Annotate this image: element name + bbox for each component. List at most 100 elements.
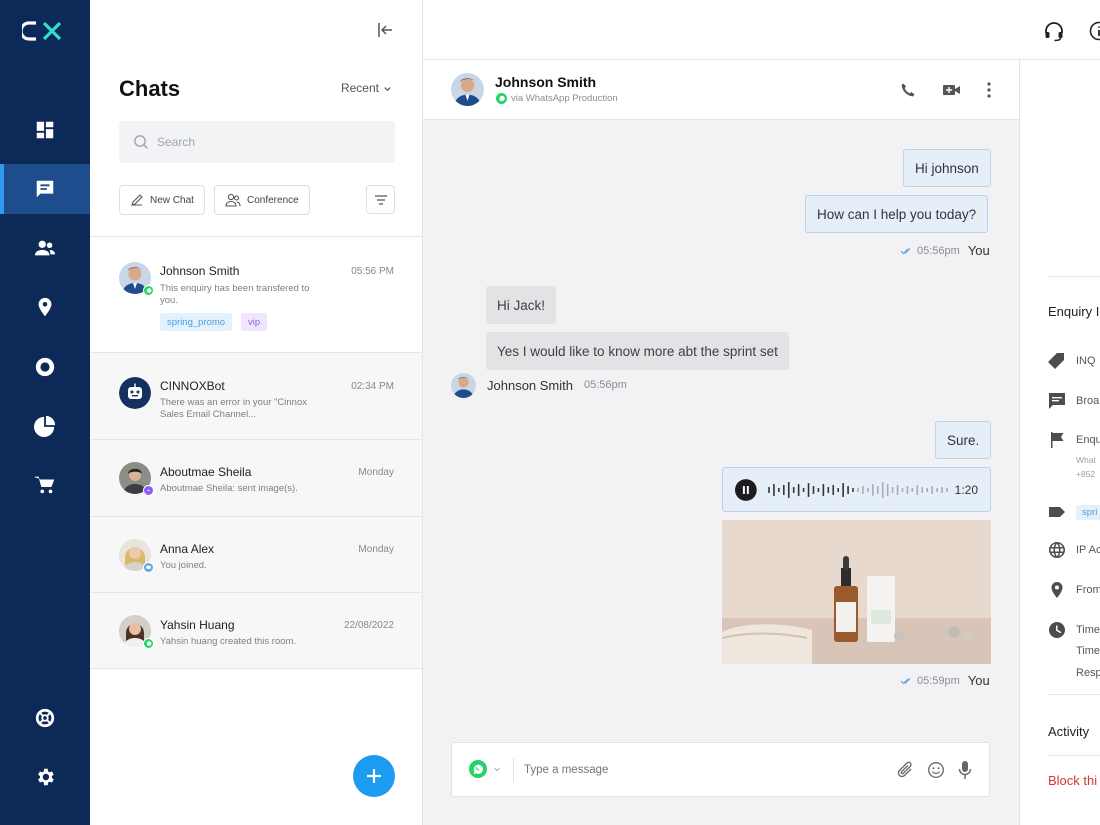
search-box[interactable]	[119, 121, 395, 163]
message-sender: Johnson Smith	[487, 378, 573, 393]
cx-logo[interactable]	[22, 18, 70, 44]
sort-label: Recent	[340, 81, 379, 95]
chat-preview: There was an error in your "Cinnox Sales…	[160, 397, 307, 420]
nav-locations[interactable]	[0, 282, 90, 332]
search-input[interactable]	[157, 135, 377, 149]
source-channel: What	[1076, 455, 1096, 465]
pencil-icon	[131, 194, 143, 206]
message-icon	[1049, 393, 1065, 409]
label-icon	[1049, 507, 1065, 517]
tag-badge: spring_promo	[160, 313, 233, 331]
chat-time: Monday	[358, 544, 394, 555]
chat-list-item[interactable]: Johnson Smith 05:56 PM This enquiry has …	[90, 237, 422, 353]
new-chat-button[interactable]: New Chat	[119, 185, 205, 215]
enquiry-details-panel: Enquiry I INQ Broa Enqu What +852 spri I…	[1019, 60, 1100, 825]
message-time: 05:56pm	[917, 244, 960, 257]
message-meta: 05:56pm You	[900, 243, 990, 258]
info-icon[interactable]	[1088, 20, 1100, 42]
nav-rail	[0, 0, 90, 825]
filter-button[interactable]	[366, 185, 395, 214]
nav-contacts[interactable]	[0, 223, 90, 273]
whatsapp-icon	[143, 638, 154, 649]
chat-time: 22/08/2022	[343, 620, 394, 631]
nav-settings[interactable]	[0, 752, 90, 802]
globe-icon	[1049, 542, 1065, 558]
contact-name: Johnson Smith	[495, 74, 597, 90]
more-options-icon[interactable]	[986, 81, 992, 99]
channel-selector[interactable]	[468, 759, 501, 779]
enquiry-source-row: Enqu	[1048, 431, 1100, 449]
message-incoming: Yes I would like to know more abt the sp…	[486, 332, 789, 370]
location-icon	[1051, 582, 1063, 598]
conference-button[interactable]: Conference	[214, 185, 310, 215]
divider	[1048, 755, 1100, 756]
headset-icon[interactable]	[1043, 20, 1065, 42]
filter-icon	[374, 194, 387, 205]
message-composer	[451, 742, 990, 797]
message-time: 05:56pm	[584, 379, 627, 391]
nav-reports[interactable]	[0, 401, 90, 451]
message-thread: Hi johnson How can I help you today? 05:…	[423, 120, 1019, 825]
avatar	[119, 539, 154, 573]
page-title: Chats	[119, 76, 181, 101]
section-title: Enquiry I	[1048, 304, 1100, 319]
attach-icon[interactable]	[897, 761, 915, 779]
double-check-icon	[900, 677, 911, 684]
block-button[interactable]: Block thi	[1048, 773, 1097, 788]
message-meta: 05:59pm You	[900, 673, 990, 688]
avatar	[451, 73, 484, 106]
location-icon	[38, 297, 52, 317]
circle-icon	[35, 357, 55, 377]
message-input[interactable]	[524, 760, 824, 780]
pause-button[interactable]	[735, 478, 757, 501]
chat-list-panel: Chats Recent New Chat Conference Johnson…	[90, 0, 423, 825]
add-chat-button[interactable]	[353, 755, 395, 797]
chat-list-item[interactable]: Yahsin Huang 22/08/2022 Yahsin huang cre…	[90, 593, 422, 669]
nav-shop[interactable]	[0, 460, 90, 510]
response-label: Resp	[1076, 667, 1100, 679]
chat-list-item[interactable]: CINNOXBot 02:34 PM There was an error in…	[90, 353, 422, 440]
tag-badge: spri	[1076, 504, 1100, 520]
bot-icon	[119, 377, 151, 409]
whatsapp-icon	[469, 760, 487, 778]
avatar	[119, 615, 154, 649]
broadcast-row: Broa	[1048, 392, 1099, 410]
nav-dashboard[interactable]	[0, 105, 90, 155]
tag-badge: vip	[241, 313, 268, 331]
nav-help[interactable]	[0, 693, 90, 743]
product-image[interactable]	[722, 520, 991, 664]
sort-dropdown[interactable]: Recent	[341, 81, 392, 95]
message-sender: You	[967, 243, 990, 258]
avatar	[119, 262, 154, 296]
nav-chats[interactable]	[0, 164, 90, 214]
source-number: +852	[1076, 469, 1096, 479]
phone-icon[interactable]	[900, 82, 916, 98]
location-row: From	[1048, 581, 1100, 599]
microphone-icon[interactable]	[958, 760, 972, 780]
avatar	[451, 373, 476, 398]
chat-list-item[interactable]: Anna Alex Monday You joined.	[90, 517, 422, 593]
pie-chart-icon	[34, 415, 56, 437]
clock-icon	[1049, 622, 1065, 638]
top-bar	[423, 0, 1100, 60]
avatar	[119, 462, 154, 496]
video-call-icon[interactable]	[942, 82, 961, 98]
avatar	[119, 377, 151, 409]
cart-icon	[34, 476, 55, 494]
nav-circle[interactable]	[0, 342, 90, 392]
divider	[1048, 694, 1100, 695]
time-label: Time	[1076, 645, 1100, 657]
chat-list-item[interactable]: Aboutmae Sheila Monday Aboutmae Sheila: …	[90, 440, 422, 517]
activity-section[interactable]: Activity	[1048, 724, 1089, 739]
chat-time: Monday	[358, 467, 394, 478]
chat-preview: This enquiry has been transfered to you.	[160, 283, 310, 306]
chat-name: Yahsin Huang	[160, 618, 235, 632]
contacts-icon	[34, 240, 56, 256]
emoji-icon[interactable]	[927, 761, 945, 779]
collapse-panel-icon[interactable]	[376, 20, 396, 40]
message-time: 05:59pm	[917, 674, 960, 687]
flag-icon	[1051, 432, 1064, 448]
conference-icon	[225, 193, 241, 207]
message-outgoing: Sure.	[935, 421, 992, 459]
new-chat-label: New Chat	[150, 194, 194, 206]
